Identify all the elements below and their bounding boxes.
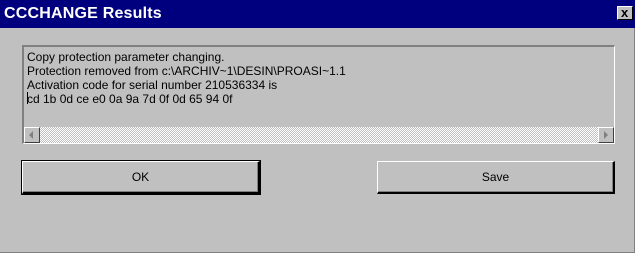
results-line-2: Protection removed from c:\ARCHIV~1\DESI…	[27, 64, 346, 78]
window-title: CCCHANGE Results	[4, 5, 162, 22]
close-button[interactable]: x	[617, 5, 633, 20]
title-bar[interactable]: CCCHANGE Results x	[0, 0, 635, 28]
scroll-right-button[interactable]	[598, 127, 614, 143]
save-button[interactable]: Save	[377, 161, 615, 194]
activation-code: cd 1b 0d ce e0 0a 9a 7d 0f 0d 65 94 0f	[27, 92, 233, 106]
ok-button[interactable]: OK	[21, 160, 261, 195]
arrow-left-icon	[29, 131, 33, 139]
results-line-1: Copy protection parameter changing.	[27, 50, 225, 64]
close-icon: x	[621, 5, 629, 20]
scroll-left-button[interactable]	[24, 127, 40, 143]
arrow-right-icon	[604, 131, 608, 139]
results-text: Copy protection parameter changing. Prot…	[27, 50, 346, 106]
results-dialog: CCCHANGE Results x Copy protection param…	[0, 0, 635, 253]
results-line-3: Activation code for serial number 210536…	[27, 78, 278, 92]
horizontal-scrollbar[interactable]	[24, 127, 614, 143]
results-text-area[interactable]: Copy protection parameter changing. Prot…	[22, 45, 615, 144]
